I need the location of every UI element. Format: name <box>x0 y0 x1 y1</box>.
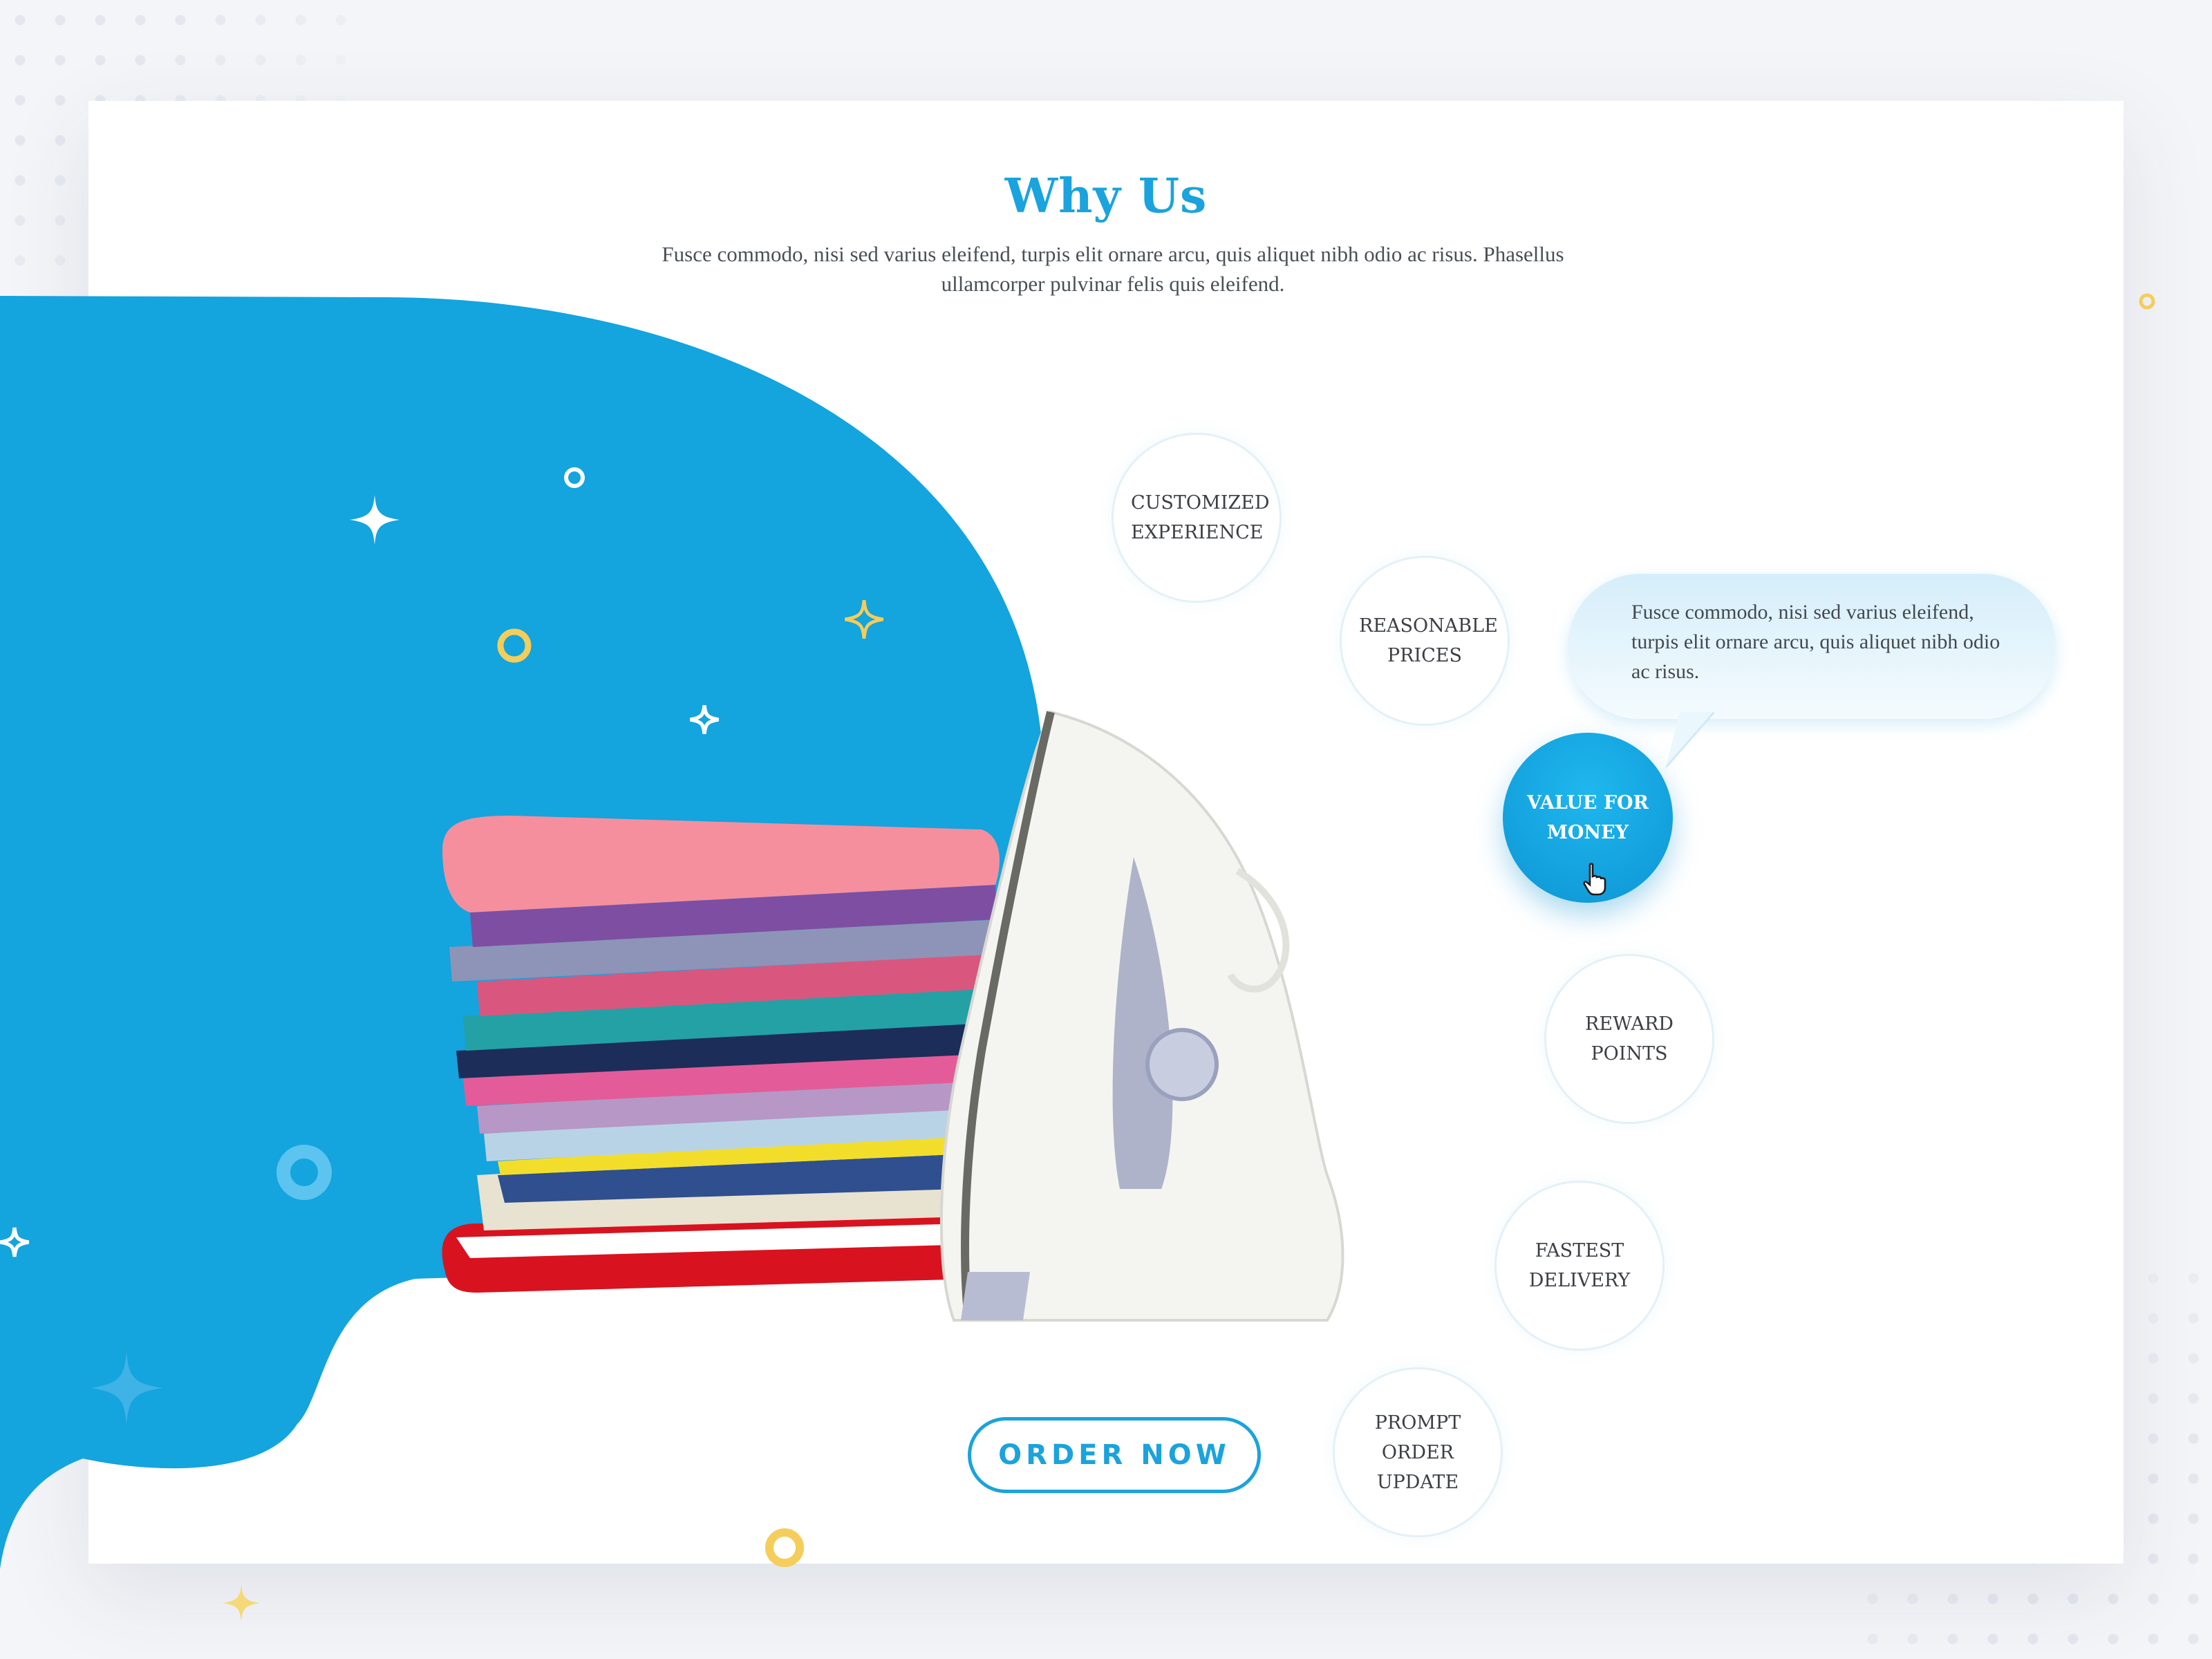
page-title: Why Us <box>1004 169 1208 224</box>
feature-tooltip: Fusce commodo, nisi sed varius eleifend,… <box>1568 574 2056 719</box>
feature-label: VALUE FOR MONEY <box>1527 792 1649 843</box>
tooltip-tail <box>1666 712 1714 767</box>
feature-label: REASONABLE PRICES <box>1359 615 1498 666</box>
feature-label: FASTEST DELIVERY <box>1528 1240 1631 1291</box>
feature-label: REWARD POINTS <box>1585 1013 1674 1065</box>
sparkle-icon <box>223 1584 260 1622</box>
folded-clothes-stack <box>442 816 1004 1293</box>
ring-icon <box>564 467 585 488</box>
feature-reasonable-prices[interactable]: REASONABLE PRICES <box>1340 556 1510 726</box>
tooltip-text: Fusce commodo, nisi sed varius eleifend,… <box>1631 601 2000 683</box>
feature-label: CUSTOMIZED EXPERIENCE <box>1131 492 1270 543</box>
feature-fastest-delivery[interactable]: FASTEST DELIVERY <box>1494 1181 1665 1351</box>
iron <box>939 710 1344 1322</box>
ring-icon <box>497 628 532 663</box>
order-now-button[interactable]: ORDER NOW <box>968 1417 1261 1493</box>
feature-label: PROMPT ORDER UPDATE <box>1374 1412 1461 1493</box>
feature-prompt-order-update[interactable]: PROMPT ORDER UPDATE <box>1333 1367 1503 1537</box>
clothes-and-iron-illustration <box>442 710 1344 1322</box>
ring-icon <box>765 1528 804 1567</box>
sparkle-icon <box>0 1227 29 1257</box>
sparkle-icon <box>91 1352 162 1424</box>
sparkle-icon <box>845 600 883 639</box>
feature-customized-experience[interactable]: CUSTOMIZED EXPERIENCE <box>1112 433 1282 603</box>
feature-reward-points[interactable]: REWARD POINTS <box>1544 954 1714 1124</box>
ring-icon <box>276 1145 332 1200</box>
section-intro: Fusce commodo, nisi sed varius eleifend,… <box>662 242 1564 296</box>
sparkle-icon <box>350 495 400 545</box>
ring-icon <box>2139 293 2155 310</box>
hand-pointer-icon <box>1583 863 1606 896</box>
